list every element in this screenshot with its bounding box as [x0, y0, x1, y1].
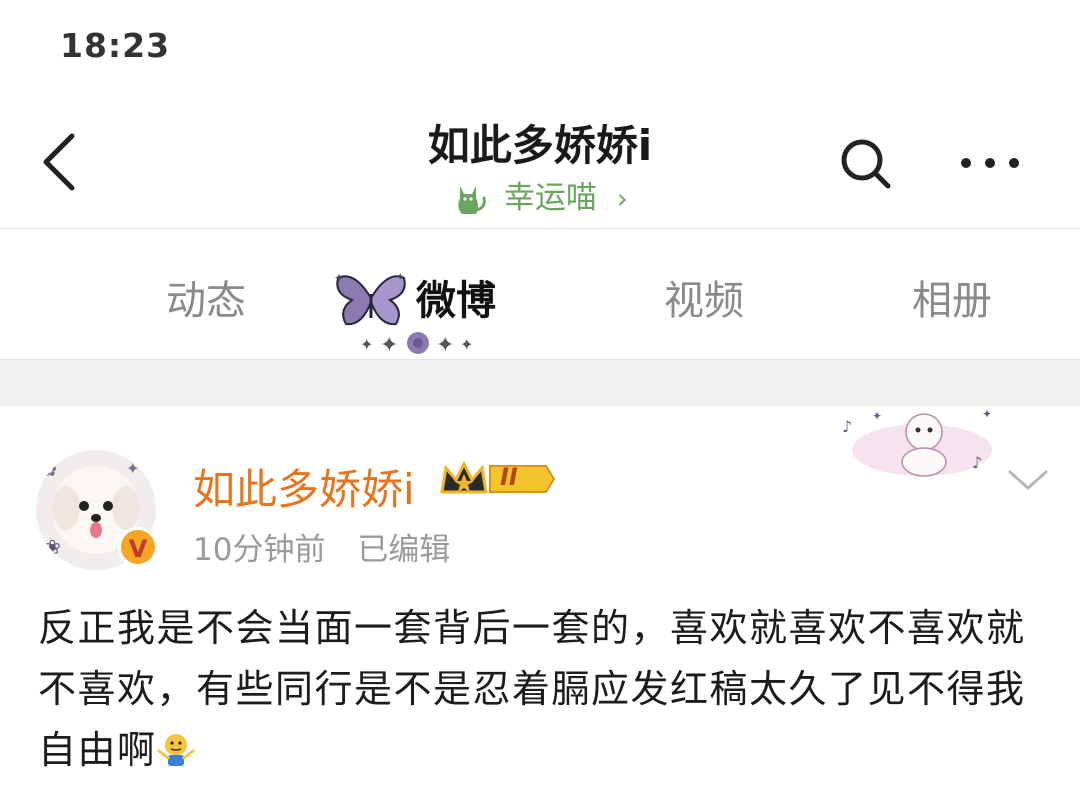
svg-text:✦: ✦: [982, 407, 992, 421]
status-time: 18:23: [60, 26, 171, 65]
tab-video[interactable]: 视频: [664, 268, 744, 326]
member-crown-badge: [440, 460, 556, 494]
tab-underline-decoration: ✦ ✦ ✦ ✦: [360, 332, 473, 356]
more-dots-icon[interactable]: [958, 148, 1022, 178]
svg-text:✦: ✦: [460, 335, 473, 354]
svg-text:✦: ✦: [380, 333, 398, 356]
tab-album[interactable]: 相册: [912, 268, 992, 326]
cat-icon: [458, 185, 486, 214]
verified-badge: V: [118, 527, 158, 567]
svg-text:❀: ❀: [44, 535, 61, 559]
post-time: 10分钟前: [193, 532, 326, 568]
member-level-label: II: [500, 463, 518, 491]
svg-text:♪: ♪: [972, 453, 982, 472]
post-meta: 10分钟前 已编辑: [193, 524, 450, 569]
svg-text:✿: ✿: [42, 460, 57, 481]
butterfly-icon: ✦ ✦: [334, 271, 406, 326]
shrug-emoji-icon: [157, 734, 195, 766]
svg-text:✦: ✦: [126, 459, 139, 478]
chevron-down-icon[interactable]: [1006, 466, 1050, 494]
svg-text:✦: ✦: [436, 333, 454, 356]
tab-weibo[interactable]: 微博: [416, 268, 496, 326]
post-content: 反正我是不会当面一套背后一套的，喜欢就喜欢不喜欢就不喜欢，有些同行是不是忍着膈应…: [38, 598, 1050, 781]
card-decoration-sticker: ♪ ✦ ✦ ♪: [842, 407, 992, 477]
svg-text:♪: ♪: [842, 417, 852, 436]
svg-text:✦: ✦: [360, 335, 373, 354]
chevron-right-icon: ›: [616, 182, 628, 215]
post-edited-label: 已编辑: [357, 532, 451, 568]
subtitle-label: 幸运喵: [503, 180, 597, 216]
section-separator: [0, 360, 1080, 406]
header-divider: [0, 228, 1080, 229]
post-author-name[interactable]: 如此多娇娇i: [193, 456, 415, 517]
tab-dynamic[interactable]: 动态: [166, 268, 246, 326]
page-title: 如此多娇娇i: [427, 121, 653, 170]
svg-text:✦: ✦: [396, 272, 404, 283]
subtitle-link[interactable]: 幸运喵 ›: [0, 172, 1080, 220]
svg-text:✦: ✦: [872, 409, 882, 423]
search-icon[interactable]: [838, 136, 894, 192]
svg-text:✦: ✦: [334, 271, 344, 285]
